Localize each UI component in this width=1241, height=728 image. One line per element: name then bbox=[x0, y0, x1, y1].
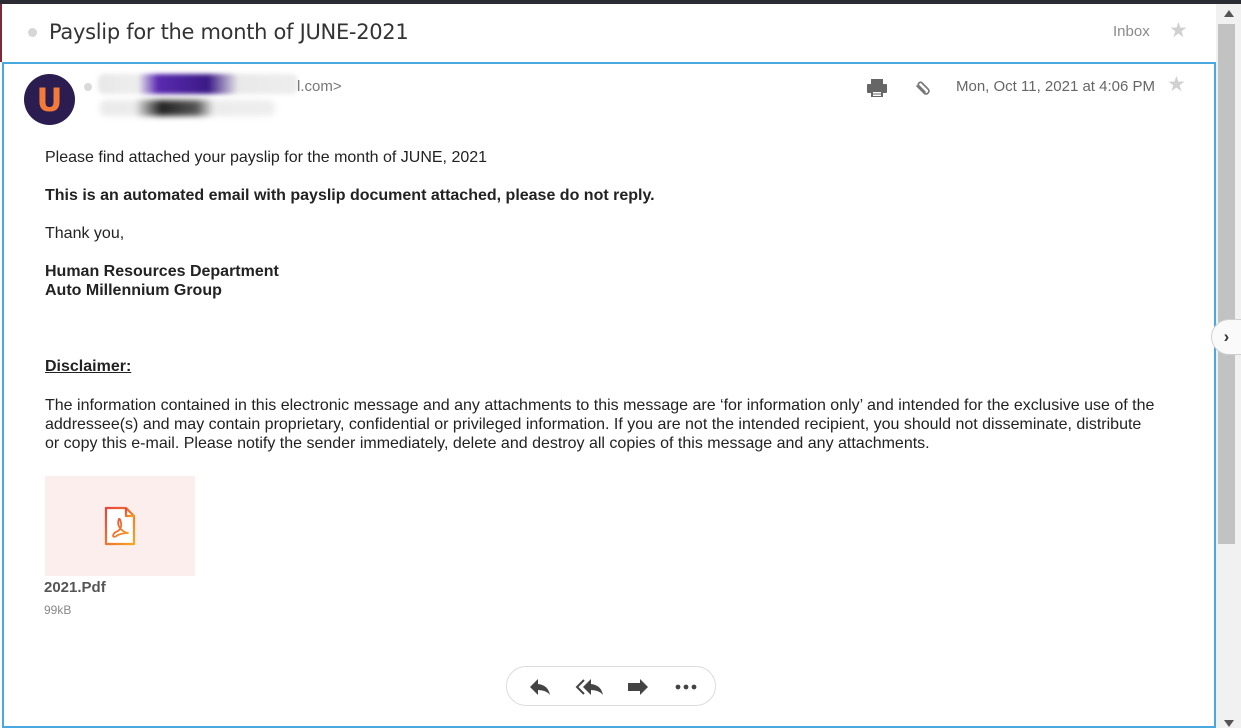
attachment-preview[interactable] bbox=[45, 476, 195, 576]
body-line-bold: This is an automated email with payslip … bbox=[45, 187, 655, 204]
signature-company: Auto Millennium Group bbox=[45, 282, 222, 299]
attachment-size: 99kB bbox=[44, 603, 72, 617]
scroll-thumb[interactable] bbox=[1218, 24, 1235, 544]
message-date: Mon, Oct 11, 2021 at 4:06 PM bbox=[956, 78, 1155, 95]
email-subject: Payslip for the month of JUNE-2021 bbox=[49, 20, 409, 44]
print-icon[interactable] bbox=[866, 78, 888, 98]
reply-all-button[interactable] bbox=[575, 675, 605, 699]
reply-icon bbox=[530, 679, 550, 695]
body-line: Please find attached your payslip for th… bbox=[45, 149, 488, 166]
chevron-right-icon: › bbox=[1223, 327, 1230, 346]
star-icon[interactable]: ★ bbox=[1167, 72, 1186, 97]
scroll-down-arrow-icon[interactable] bbox=[1224, 720, 1234, 727]
attachment-name[interactable]: 2021.Pdf bbox=[44, 579, 106, 596]
pdf-icon bbox=[104, 506, 136, 546]
sender-email[interactable]: l.com> bbox=[297, 78, 342, 95]
reply-button[interactable] bbox=[527, 675, 553, 699]
star-icon[interactable]: ★ bbox=[1169, 18, 1188, 43]
more-icon bbox=[675, 684, 697, 690]
body-line: Thank you, bbox=[45, 225, 125, 242]
disclaimer-heading: Disclaimer: bbox=[45, 358, 132, 375]
avatar-letter: U bbox=[36, 80, 63, 119]
disclaimer-text: The information contained in this electr… bbox=[45, 397, 1155, 452]
message-actions bbox=[506, 666, 716, 706]
unread-dot[interactable] bbox=[28, 28, 37, 37]
forward-button[interactable] bbox=[625, 675, 651, 699]
sender-name-redacted bbox=[98, 74, 298, 94]
avatar: U bbox=[24, 74, 75, 125]
scrollbar[interactable] bbox=[1216, 4, 1241, 728]
message-card: U l.com> Mon, Oct 11, 2021 at 4:06 PM ★ … bbox=[2, 62, 1216, 728]
recipient-redacted bbox=[100, 100, 275, 116]
forward-icon bbox=[628, 679, 648, 695]
next-message-button[interactable]: › bbox=[1211, 319, 1241, 355]
signature-department: Human Resources Department bbox=[45, 263, 279, 280]
reply-all-icon bbox=[575, 679, 603, 695]
subject-bar: Payslip for the month of JUNE-2021 Inbox… bbox=[0, 4, 1216, 62]
more-button[interactable] bbox=[673, 675, 699, 699]
sender-status-dot bbox=[84, 83, 92, 91]
paperclip-icon[interactable] bbox=[914, 80, 934, 98]
scroll-up-arrow-icon[interactable] bbox=[1224, 10, 1234, 17]
folder-label-inbox[interactable]: Inbox bbox=[1113, 23, 1150, 40]
